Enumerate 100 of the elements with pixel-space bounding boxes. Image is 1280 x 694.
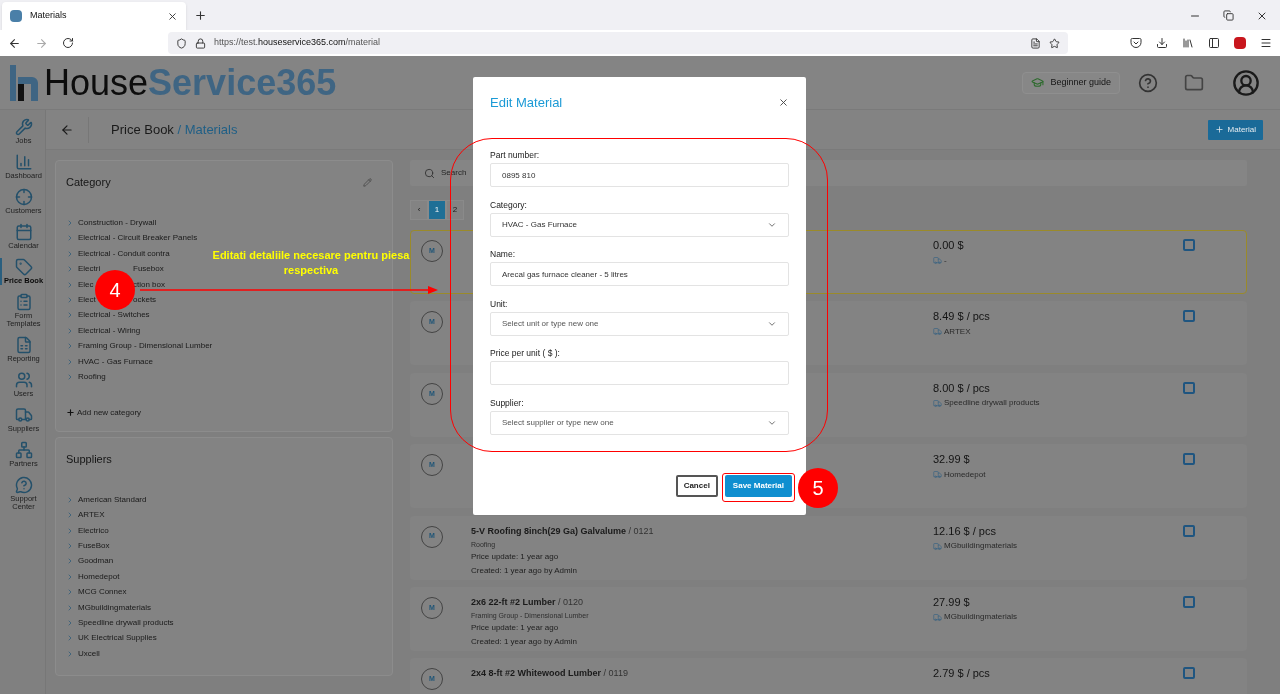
material-price: 0.00 $ xyxy=(933,238,965,253)
supplier-item[interactable]: Goodman xyxy=(66,555,114,567)
supplier-item[interactable]: Uxcell xyxy=(66,647,100,659)
reader-icon[interactable] xyxy=(1030,37,1041,49)
field-label: Unit: xyxy=(490,298,509,309)
folder-icon[interactable] xyxy=(1184,72,1204,93)
browser-tab[interactable]: Materials xyxy=(2,2,186,30)
truck-icon xyxy=(933,398,942,408)
add-category-button[interactable]: Add new category xyxy=(66,406,382,419)
library-icon[interactable] xyxy=(1182,37,1194,49)
sidebar-icon[interactable] xyxy=(1208,37,1220,49)
category-item[interactable]: Roofing xyxy=(66,370,106,382)
shield-icon xyxy=(176,37,187,49)
beginner-guide-button[interactable]: Beginner guide xyxy=(1022,71,1120,94)
page-button[interactable]: ‹ xyxy=(410,200,428,220)
material-price: 8.00 $ / pcs xyxy=(933,380,991,396)
truck-icon xyxy=(933,541,942,551)
truck-icon xyxy=(933,256,942,265)
material-checkbox[interactable] xyxy=(1183,310,1195,323)
material-price: 12.16 $ / pcs xyxy=(933,523,997,539)
dialog-title: Edit Material xyxy=(490,93,563,112)
field-label: Supplier: xyxy=(490,397,525,408)
supplier-item[interactable]: FuseBox xyxy=(66,540,110,552)
category-item[interactable]: Electrical - Wiring xyxy=(66,324,141,336)
category-item[interactable]: Framing Group - Dimensional Lumber xyxy=(66,340,213,352)
truck-icon xyxy=(14,406,33,424)
input-field[interactable]: 0895 810 xyxy=(490,163,789,187)
help-icon[interactable] xyxy=(1138,72,1158,93)
material-checkbox[interactable] xyxy=(1183,239,1195,251)
network-icon xyxy=(14,441,33,459)
star-icon[interactable] xyxy=(1049,37,1060,49)
material-supplier: Homedepot xyxy=(944,468,986,481)
close-icon[interactable] xyxy=(778,97,789,108)
supplier-item[interactable]: UK Electrical Supplies xyxy=(66,632,157,644)
url-text: https://test.houseservice365.com/material xyxy=(214,36,381,50)
supplier-item[interactable]: American Standard xyxy=(66,493,147,505)
back-icon[interactable] xyxy=(8,36,21,50)
reload-icon[interactable] xyxy=(62,37,74,49)
site-favicon xyxy=(10,10,22,22)
tab-title: Materials xyxy=(30,9,68,23)
material-price: 32.99 $ xyxy=(933,452,971,468)
pocket-icon[interactable] xyxy=(1130,37,1142,49)
created-text: Created: 1 year ago by Admin xyxy=(471,635,578,648)
field-label: Name: xyxy=(490,249,517,259)
calendar-icon xyxy=(14,223,33,241)
address-bar[interactable]: https://test.houseservice365.com/material xyxy=(168,32,1068,54)
lock-icon xyxy=(195,37,206,49)
wrench-icon xyxy=(14,118,33,136)
input-field[interactable]: Arecal gas furnace cleaner - 5 litres xyxy=(490,262,789,286)
material-price: 8.49 $ / pcs xyxy=(933,309,991,325)
category-item[interactable]: Electrical - Conduit contra xyxy=(66,247,170,259)
avatar-icon[interactable] xyxy=(1232,68,1260,97)
download-icon[interactable] xyxy=(1156,37,1168,49)
material-checkbox[interactable] xyxy=(1183,595,1195,608)
select-field[interactable]: HVAC - Gas Furnace xyxy=(490,212,789,237)
new-tab-icon[interactable] xyxy=(194,9,207,22)
material-price: 2.79 $ / pcs xyxy=(933,666,991,682)
card-title: Category xyxy=(66,174,111,190)
supplier-item[interactable]: MGbuildingmaterials xyxy=(66,601,151,613)
category-item[interactable]: Construction - Drywall xyxy=(66,217,157,228)
category-item[interactable]: Electri Fusebox xyxy=(66,263,164,275)
add-material-button[interactable]: Material xyxy=(1207,119,1263,140)
field-label: Category: xyxy=(490,199,528,210)
select-field[interactable]: Select supplier or type new one xyxy=(490,410,789,435)
material-checkbox[interactable] xyxy=(1183,381,1195,394)
select-field[interactable]: Select unit or type new one xyxy=(490,311,789,336)
close-icon[interactable] xyxy=(1256,10,1268,22)
restore-icon[interactable] xyxy=(1223,10,1234,21)
supplier-item[interactable]: Speedline drywall products xyxy=(66,617,174,629)
material-title: 2x4 8-ft #2 Whitewood Lumber / 0119 xyxy=(471,667,629,681)
plus-icon xyxy=(1214,125,1224,134)
supplier-item[interactable]: MCG Connex xyxy=(66,586,127,598)
category-item[interactable]: Electrical - Circuit Breaker Panels xyxy=(66,232,198,244)
material-supplier: MGbuildingmaterials xyxy=(944,540,1017,553)
supplier-item[interactable]: ARTEX xyxy=(66,509,105,521)
users-icon xyxy=(14,371,33,389)
material-checkbox[interactable] xyxy=(1183,453,1195,466)
extension-icon[interactable] xyxy=(1234,37,1246,49)
material-supplier: - xyxy=(944,254,947,267)
material-checkbox[interactable] xyxy=(1183,524,1195,537)
save-button[interactable]: Save Material xyxy=(724,474,792,497)
page-button[interactable]: 1 xyxy=(428,200,446,220)
input-field[interactable] xyxy=(490,361,789,385)
truck-icon xyxy=(933,612,942,622)
supplier-item[interactable]: Electrico xyxy=(66,524,109,536)
category-item[interactable]: HVAC - Gas Furnace xyxy=(66,355,153,367)
search-icon xyxy=(424,167,435,179)
menu-icon[interactable] xyxy=(1260,37,1272,49)
callout-text: Editati detaliile necesare pentru piesa respectiva xyxy=(211,248,411,278)
cancel-button[interactable]: Cancel xyxy=(675,474,718,497)
material-supplier: Speedline drywall products xyxy=(944,397,1040,410)
supplier-item[interactable]: Homedepot xyxy=(66,570,120,582)
plus-icon xyxy=(66,408,75,418)
close-icon[interactable] xyxy=(167,10,178,22)
material-checkbox[interactable] xyxy=(1183,667,1195,680)
category-item[interactable]: Electrical - Switches xyxy=(66,309,150,321)
card-title: Suppliers xyxy=(66,451,112,467)
material-supplier: ARTEX xyxy=(944,325,971,338)
truck-icon xyxy=(933,470,942,480)
price-update-text: Price update: 1 year ago xyxy=(471,621,560,634)
